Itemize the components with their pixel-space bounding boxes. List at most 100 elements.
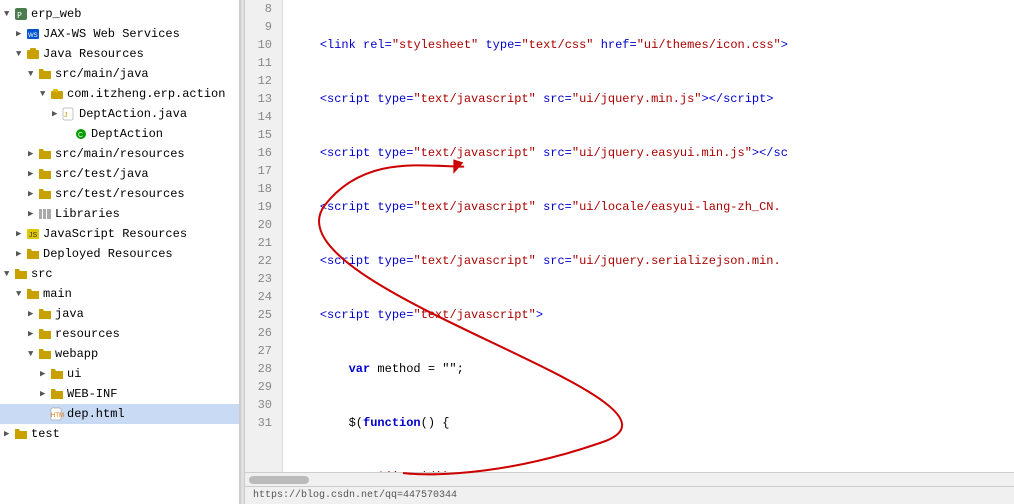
chevron-jax-ws: ▶ — [16, 25, 26, 43]
line-num-12: 12 — [245, 72, 276, 90]
tree-label-web-inf: WEB-INF — [67, 385, 117, 403]
js-icon: JS — [26, 227, 40, 241]
chevron-deptaction-java: ▶ — [52, 105, 62, 123]
line-num-26: 26 — [245, 324, 276, 342]
tree-item-com-itzheng[interactable]: ▼ com.itzheng.erp.action — [0, 84, 239, 104]
line-num-9: 9 — [245, 18, 276, 36]
tree-item-src-main-resources[interactable]: ▶ src/main/resources — [0, 144, 239, 164]
chevron-com-itzheng: ▼ — [40, 85, 50, 103]
line-num-15: 15 — [245, 126, 276, 144]
tree-label-deployed-resources: Deployed Resources — [43, 245, 173, 263]
svg-text:C: C — [78, 132, 83, 139]
line-num-10: 10 — [245, 36, 276, 54]
status-bar: https://blog.csdn.net/qq=447570344 — [245, 486, 1014, 504]
chevron-deployed-resources: ▶ — [16, 245, 26, 263]
tree-item-src-test-resources[interactable]: ▶ src/test/resources — [0, 184, 239, 204]
ws-icon: WS — [26, 27, 40, 41]
folder-icon-src-main-resources — [38, 148, 52, 160]
tree-item-deptaction-class[interactable]: C DeptAction — [0, 124, 239, 144]
line-numbers: 8 9 10 11 12 13 14 15 16 17 18 19 20 21 … — [245, 0, 283, 472]
svg-text:J: J — [64, 112, 68, 119]
tree-label-java-resources: Java Resources — [43, 45, 144, 63]
chevron-src-test-resources: ▶ — [28, 185, 38, 203]
chevron-js-resources: ▶ — [16, 225, 26, 243]
tree-item-src-main-java[interactable]: ▼ src/main/java — [0, 64, 239, 84]
tree-item-java[interactable]: ▶ java — [0, 304, 239, 324]
line-num-14: 14 — [245, 108, 276, 126]
package-open-icon — [50, 88, 64, 100]
chevron-webapp: ▼ — [28, 345, 38, 363]
tree-label-main: main — [43, 285, 72, 303]
tree-item-erp-web[interactable]: ▼ P erp_web — [0, 4, 239, 24]
line-num-22: 22 — [245, 252, 276, 270]
folder-icon-ui — [50, 368, 64, 380]
folder-icon-src-test-resources — [38, 188, 52, 200]
line-num-8: 8 — [245, 0, 276, 18]
svg-text:WS: WS — [28, 33, 38, 39]
file-tree: ▼ P erp_web ▶ WS JAX-WS Web Services ▼ J… — [0, 0, 240, 504]
tree-item-js-resources[interactable]: ▶ JS JavaScript Resources — [0, 224, 239, 244]
tree-item-dep-html[interactable]: HTML dep.html — [0, 404, 239, 424]
class-icon: C — [74, 127, 88, 141]
chevron-java: ▶ — [28, 305, 38, 323]
code-scroll-area[interactable]: 8 9 10 11 12 13 14 15 16 17 18 19 20 21 … — [245, 0, 1014, 472]
line-num-25: 25 — [245, 306, 276, 324]
line-num-23: 23 — [245, 270, 276, 288]
html-file-icon: HTML — [50, 407, 64, 421]
tree-item-web-inf[interactable]: ▶ WEB-INF — [0, 384, 239, 404]
tree-item-src-test-java[interactable]: ▶ src/test/java — [0, 164, 239, 184]
line-num-18: 18 — [245, 180, 276, 198]
tree-label-src: src — [31, 265, 53, 283]
line-num-17: 17 — [245, 162, 276, 180]
project-icon: P — [14, 7, 28, 21]
tree-item-webapp[interactable]: ▼ webapp — [0, 344, 239, 364]
code-content[interactable]: <link rel="stylesheet" type="text/css" h… — [283, 0, 1014, 472]
tree-label-js-resources: JavaScript Resources — [43, 225, 187, 243]
tree-label-libraries: Libraries — [55, 205, 120, 223]
status-url: https://blog.csdn.net/qq=447570344 — [253, 490, 457, 501]
code-line-9: <script type="text/javascript" src="ui/j… — [291, 90, 1014, 108]
code-editor: 8 9 10 11 12 13 14 15 16 17 18 19 20 21 … — [245, 0, 1014, 504]
tree-label-com-itzheng: com.itzheng.erp.action — [67, 85, 225, 103]
tree-label-resources: resources — [55, 325, 120, 343]
code-line-15: $(function() { — [291, 414, 1014, 432]
chevron-erp-web: ▼ — [4, 5, 14, 23]
tree-item-deployed-resources[interactable]: ▶ Deployed Resources — [0, 244, 239, 264]
folder-icon-src-main-java — [38, 68, 52, 80]
chevron-main: ▼ — [16, 285, 26, 303]
tree-item-src[interactable]: ▼ src — [0, 264, 239, 284]
tree-item-ui[interactable]: ▶ ui — [0, 364, 239, 384]
folder-icon-deployed — [26, 248, 40, 260]
tree-item-test[interactable]: ▶ test — [0, 424, 239, 444]
tree-item-libraries[interactable]: ▶ Libraries — [0, 204, 239, 224]
line-num-31: 31 — [245, 414, 276, 432]
chevron-src-main-resources: ▶ — [28, 145, 38, 163]
horizontal-scrollbar[interactable] — [245, 472, 1014, 486]
tree-item-java-resources[interactable]: ▼ Java Resources — [0, 44, 239, 64]
tree-item-main[interactable]: ▼ main — [0, 284, 239, 304]
folder-icon-resources — [38, 328, 52, 340]
svg-text:HTML: HTML — [51, 413, 64, 419]
tree-item-resources[interactable]: ▶ resources — [0, 324, 239, 344]
library-icon — [38, 207, 52, 221]
line-num-13: 13 — [245, 90, 276, 108]
tree-label-test: test — [31, 425, 60, 443]
chevron-libraries: ▶ — [28, 205, 38, 223]
chevron-ui: ▶ — [40, 365, 50, 383]
chevron-java-resources: ▼ — [16, 45, 26, 63]
line-num-27: 27 — [245, 342, 276, 360]
package-icon — [26, 47, 40, 61]
line-num-29: 29 — [245, 378, 276, 396]
scroll-thumb[interactable] — [249, 476, 309, 484]
folder-icon-main — [26, 288, 40, 300]
chevron-src-main-java: ▼ — [28, 65, 38, 83]
folder-icon-src — [14, 268, 28, 280]
chevron-src: ▼ — [4, 265, 14, 283]
tree-label-java: java — [55, 305, 84, 323]
svg-text:P: P — [17, 11, 22, 20]
tree-item-deptaction-java[interactable]: ▶ J DeptAction.java — [0, 104, 239, 124]
tree-item-jax-ws[interactable]: ▶ WS JAX-WS Web Services — [0, 24, 239, 44]
java-file-icon: J — [62, 107, 76, 121]
code-line-14: var method = ""; — [291, 360, 1014, 378]
folder-icon-java — [38, 308, 52, 320]
